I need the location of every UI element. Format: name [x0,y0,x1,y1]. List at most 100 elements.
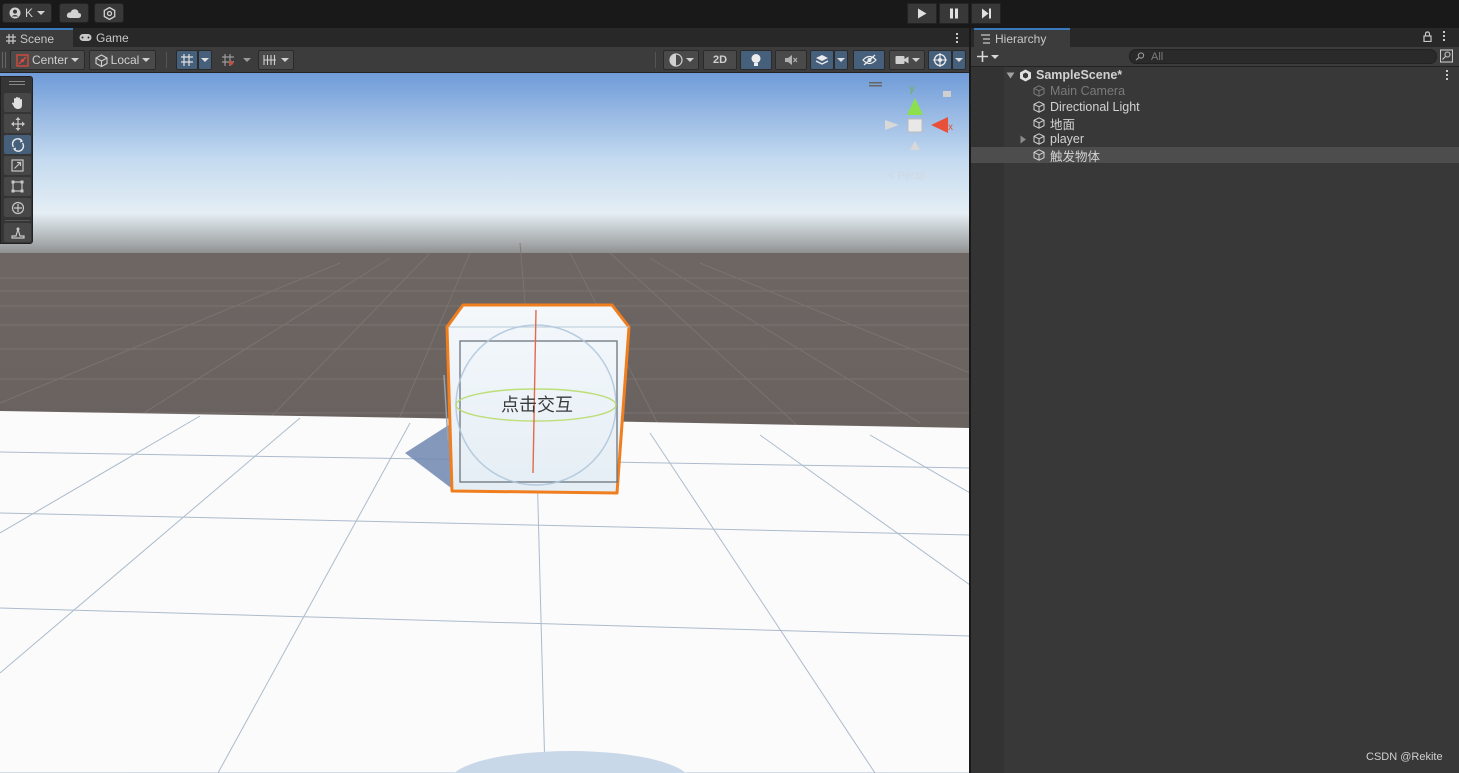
scene-camera-dropdown[interactable] [889,50,925,70]
toolbar-separator [655,52,656,68]
hierarchy-search-input[interactable]: All [1129,49,1437,64]
custom-tool[interactable] [4,223,31,242]
hand-icon [12,96,22,109]
pivot-center-dropdown[interactable]: Center [10,50,85,70]
grid-snap-dropdown[interactable] [198,50,212,70]
camera-icon [895,56,908,64]
account-label: K [24,6,33,20]
scene-row-menu-icon[interactable] [1445,70,1449,81]
audio-toggle[interactable] [775,50,807,70]
layers-icon [815,55,829,65]
speaker-muted-icon [785,55,798,65]
create-dropdown[interactable] [977,48,1005,65]
space-local-dropdown[interactable]: Local [89,50,156,70]
pause-button[interactable] [939,3,969,24]
chevron-down-icon [37,11,45,15]
tab-hierarchy[interactable]: Hierarchy [974,28,1070,47]
hierarchy-item-player[interactable]: player [971,131,1459,147]
account-icon [9,7,21,19]
list-icon [981,33,990,44]
lightbulb-icon [751,54,761,66]
hierarchy-item-directional-light[interactable]: Directional Light [971,99,1459,115]
step-icon [981,8,991,19]
effects-dropdown[interactable] [834,50,848,70]
hierarchy-panel [971,67,1459,773]
move-arrows-icon [10,116,25,131]
grid-icon [6,33,16,44]
hierarchy-item-label: 触发物体 [1050,149,1101,164]
hierarchy-tab-bar: Hierarchy [971,28,1459,47]
play-button[interactable] [907,3,937,24]
chevron-down-icon [837,58,845,62]
hierarchy-more-menu-icon[interactable] [1441,31,1447,44]
watermark: CSDN @Rekite [1366,751,1443,763]
search-filter-icon[interactable] [1439,49,1454,66]
scene-more-menu-icon[interactable] [952,30,962,45]
services-button[interactable] [94,3,124,23]
scene-visibility-toggle[interactable] [853,50,885,70]
step-button[interactable] [971,3,1001,24]
cloud-icon [66,8,82,18]
move-tool[interactable] [4,114,31,133]
gameobject-cube-icon [1033,101,1045,113]
tab-game-label: Game [96,30,129,45]
tab-game[interactable]: Game [73,28,139,47]
chevron-down-icon [911,58,920,62]
tool-palette [0,76,33,244]
toolbar-grip-icon [2,52,6,68]
plus-icon [977,51,988,62]
scene-tab-bar: Scene Game [0,28,970,47]
search-placeholder: All [1151,50,1164,63]
lighting-toggle[interactable] [740,50,772,70]
persp-label[interactable]: < Persp [888,170,926,182]
hierarchy-toolbar: All [971,47,1459,67]
ruler-icon [263,55,276,65]
effects-toggle[interactable] [810,50,834,70]
gameobject-cube-icon [1033,85,1045,97]
gizmos-toggle[interactable] [928,50,952,70]
hierarchy-item-main-camera[interactable]: Main Camera [971,83,1459,99]
draw-mode-dropdown[interactable] [663,50,699,70]
gizmos-dropdown[interactable] [952,50,966,70]
lock-icon[interactable] [1423,31,1432,45]
transform-icon [11,201,24,214]
tab-hierarchy-label: Hierarchy [995,31,1047,46]
hierarchy-item-label: player [1050,132,1085,146]
rect-tool[interactable] [4,177,31,196]
increment-snap-dropdown[interactable] [240,50,254,70]
hand-tool[interactable] [4,93,31,112]
hierarchy-item-trigger-object[interactable]: 触发物体 [971,147,1459,164]
scene-root-row[interactable]: SampleScene* [971,67,1459,83]
gameobject-cube-icon [1033,133,1045,145]
pivot-label: Center [31,53,69,67]
hierarchy-item-ground[interactable]: 地面 [971,115,1459,132]
scene-name: SampleScene* [1036,68,1123,82]
custom-tool-icon [10,226,25,239]
hierarchy-item-label: Main Camera [1050,84,1126,98]
tab-scene[interactable]: Scene [0,28,73,47]
account-button[interactable]: K [2,3,52,23]
pause-icon [950,8,958,19]
pivot-icon [16,53,29,67]
caret-right-icon[interactable] [1019,135,1027,144]
chevron-down-icon [991,54,999,59]
grid-snap-toggle[interactable] [176,50,198,70]
hierarchy-item-label: Directional Light [1050,100,1140,114]
scene-viewport[interactable]: y x < Persp 点击交互 [0,73,970,773]
tab-scene-label: Scene [20,31,55,46]
transform-tool[interactable] [4,198,31,217]
increment-snap-toggle[interactable] [216,50,240,70]
tool-palette-grip [9,84,25,85]
chevron-down-icon [685,58,694,62]
cloud-button[interactable] [59,3,89,23]
scale-tool[interactable] [4,156,31,175]
rotate-icon [11,137,24,152]
grid-visibility-dropdown[interactable] [258,50,294,70]
eye-hidden-icon [861,54,877,66]
search-icon [1135,52,1145,61]
cube-icon [95,53,108,67]
gizmo-globe-icon [933,53,947,67]
2d-toggle[interactable]: 2D [703,50,737,70]
rotate-tool[interactable] [4,135,31,154]
play-icon [918,8,927,19]
